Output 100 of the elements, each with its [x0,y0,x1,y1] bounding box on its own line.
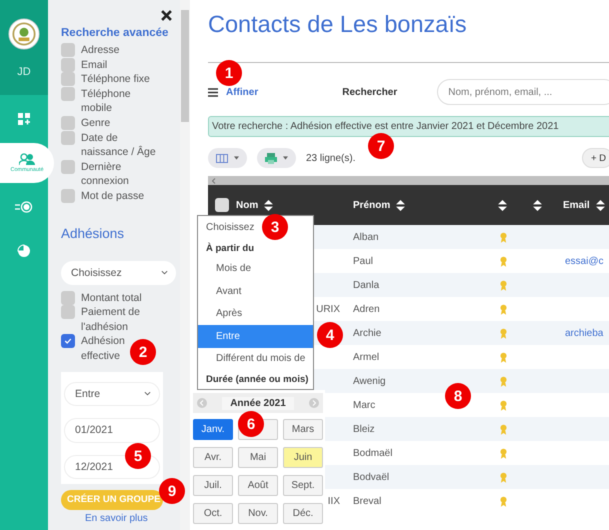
sort-icon[interactable] [264,200,274,210]
checkbox[interactable] [61,334,75,348]
checkbox[interactable] [61,116,75,130]
menu-option[interactable]: Différent du mois de [198,348,310,370]
checkbox-label: Montant total [81,292,142,304]
date-field[interactable]: 01/2021 [64,418,160,443]
table-cell: Marc [353,400,376,410]
callout-badge: 1 [216,60,242,86]
previous-icon[interactable] [197,398,207,408]
menu-option[interactable]: À partir du [198,238,258,258]
checkbox[interactable] [61,290,75,305]
people-icon [19,153,35,165]
month-button[interactable]: Déc. [283,503,323,524]
menu-option[interactable]: Avant [198,280,246,302]
caret-icon [234,156,239,160]
select-field[interactable]: Entre [64,382,160,406]
menu-option[interactable]: Mois de [198,258,256,280]
checkbox-label: Adhésion effective [81,335,125,362]
menu-option[interactable]: Après [198,302,246,325]
search-field[interactable]: Nom, prénom, email, ... [437,79,609,105]
month-button[interactable]: Avr. [193,447,233,468]
checkbox-label: Date de naissance / Âge [81,130,157,160]
table-cell: Alban [353,232,379,242]
month-button[interactable]: Nov. [238,503,278,524]
menu-option[interactable]: Choisissez [198,216,258,238]
table-cell: Bleiz [353,424,375,434]
checkbox-label: Mot de passe [81,188,146,204]
month-button[interactable]: Août [238,475,278,496]
month-button[interactable]: Oct. [193,503,233,524]
chevron-down-icon [161,270,168,276]
row-count: 23 ligne(s). [306,152,356,164]
search-summary: Votre recherche : Adhésion effective est entre Janvier 2021 et Décembre 2021 [208,116,609,137]
learn-more-link[interactable]: En savoir plus [85,512,148,524]
table-cell: IIX [328,496,340,506]
chevron-down-icon [144,391,151,396]
close-icon[interactable] [161,10,172,21]
chevron-left-icon[interactable] [212,178,216,184]
column-header[interactable]: Prénom [353,200,390,210]
table-cell: Paul [353,256,374,266]
scrollbar[interactable] [208,176,609,185]
section-title: Adhésions [61,226,126,241]
checkbox[interactable] [61,86,75,101]
sort-icon[interactable] [498,200,507,210]
select-field[interactable]: Choisissez [61,260,176,285]
dashboard-icon [18,113,30,125]
menu-icon[interactable] [208,88,218,96]
printer-icon [265,152,277,164]
checkbox-label: Genre [81,116,112,131]
add-button[interactable]: + D [582,148,609,168]
search-label: Rechercher [342,86,398,98]
checkbox-label: Adresse [81,43,121,58]
check-icon [64,337,72,346]
checkbox[interactable] [61,58,75,72]
caret-icon [283,156,288,160]
checkbox[interactable] [61,43,75,57]
checkbox[interactable] [61,130,75,145]
sort-icon[interactable] [533,200,542,210]
month-button[interactable]: Juil. [193,475,233,496]
month-button[interactable]: Janv. [193,419,233,440]
checkbox[interactable] [61,72,75,86]
year-label: Année 2021 [222,396,294,410]
table-cell: Archie [353,328,382,338]
panel-title: Recherche avancée [61,27,170,39]
checkbox-label: Paiement de l'adhésion [81,306,140,333]
month-button[interactable]: Mai [238,447,278,468]
checkbox-label: Email [81,58,108,72]
callout-badge: 7 [368,133,394,159]
next-icon[interactable] [309,398,319,408]
table-cell: Bodmaël [353,448,392,458]
page-title: Contacts de Les bonzaïs [208,11,468,38]
refine-link[interactable]: Affiner [226,86,258,98]
email-link[interactable]: essai@c [565,256,604,266]
table-cell: Breval [353,496,382,506]
menu-option[interactable]: Entre [198,325,313,348]
month-button[interactable]: Mars [283,419,323,440]
checkbox[interactable] [215,198,229,212]
menu-option[interactable]: Durée (année ou mois) [198,370,312,389]
email-link[interactable]: archieba [565,328,604,338]
columns-icon [216,154,228,162]
column-header[interactable]: Email [563,200,590,210]
table-cell: Awenig [353,376,386,386]
scrollbar[interactable] [180,0,190,530]
export-button[interactable] [257,148,296,168]
table-cell: Adren [353,304,380,314]
checkbox[interactable] [61,305,75,320]
checkbox[interactable] [61,188,75,203]
column-header[interactable]: Nom [236,200,258,210]
logo-icon [8,18,40,50]
sort-icon[interactable] [396,200,406,210]
checkbox-label: Téléphone fixe [81,72,151,87]
month-button[interactable]: Sept. [283,475,323,496]
checkbox[interactable] [61,160,75,174]
columns-button[interactable] [208,148,247,168]
checkbox-label: Téléphone mobile [81,86,132,116]
pie-chart-icon [17,244,31,258]
sort-icon[interactable] [596,200,605,210]
table-cell: URIX [316,304,340,314]
checkbox-label: Dernière connexion [81,160,130,189]
toggle-icon [15,201,33,213]
month-button[interactable]: Juin [283,447,323,468]
